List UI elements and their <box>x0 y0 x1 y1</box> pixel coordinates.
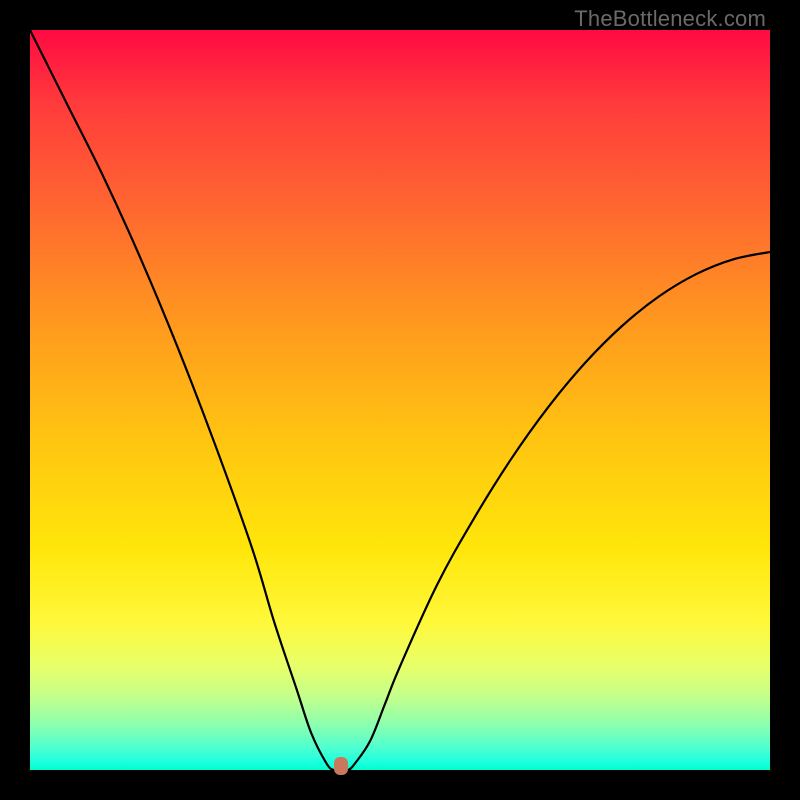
plot-area <box>30 30 770 770</box>
chart-frame: TheBottleneck.com <box>0 0 800 800</box>
watermark-text: TheBottleneck.com <box>574 6 766 32</box>
curve-svg <box>30 30 770 770</box>
minimum-marker-icon <box>334 757 348 775</box>
bottleneck-curve-line <box>30 30 770 770</box>
